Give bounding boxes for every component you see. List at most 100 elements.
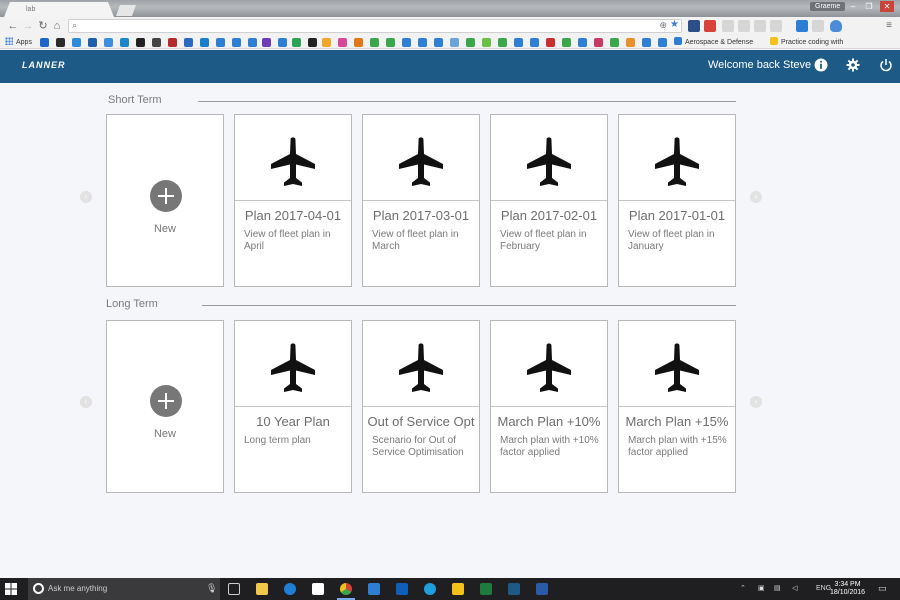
file-explorer-icon[interactable] xyxy=(256,583,268,595)
bookmark-icon[interactable] xyxy=(434,38,443,47)
bookmark-icon[interactable] xyxy=(120,38,129,47)
skype-icon[interactable] xyxy=(424,583,436,595)
app-icon[interactable] xyxy=(508,583,520,595)
home-icon[interactable]: ⌂ xyxy=(50,19,64,33)
short-term-new-card[interactable]: New xyxy=(106,114,224,287)
microphone-icon[interactable]: 🎙 xyxy=(206,583,217,594)
bookmark-icon[interactable] xyxy=(466,38,475,47)
plan-card[interactable]: Out of Service Opt Scenario for Out of S… xyxy=(362,320,480,493)
bookmark-icon[interactable] xyxy=(322,38,331,47)
bookmark-icon[interactable] xyxy=(40,38,49,47)
plan-card[interactable]: March Plan +10% March plan with +10% fac… xyxy=(490,320,608,493)
extension-icon[interactable] xyxy=(812,20,824,32)
forward-icon[interactable]: → xyxy=(21,19,35,33)
bookmark-icon[interactable] xyxy=(136,38,145,47)
volume-icon[interactable]: ◁ xyxy=(792,584,797,592)
lanner-logo[interactable]: LANNER xyxy=(22,60,66,70)
bookmark-icon[interactable] xyxy=(594,38,603,47)
short-term-next-arrow[interactable]: › xyxy=(750,191,762,203)
extension-icon[interactable] xyxy=(722,20,734,32)
bookmark-icon[interactable] xyxy=(386,38,395,47)
bookmark-icon[interactable] xyxy=(658,38,667,47)
network-icon[interactable]: ▤ xyxy=(774,584,781,592)
bookmark-icon[interactable] xyxy=(248,38,257,47)
bookmark-icon[interactable] xyxy=(450,38,459,47)
bookmark-icon[interactable] xyxy=(232,38,241,47)
bookmark-icon[interactable] xyxy=(308,38,317,47)
bookmark-icon[interactable] xyxy=(370,38,379,47)
bookmark-icon[interactable] xyxy=(354,38,363,47)
action-center-icon[interactable]: ▭ xyxy=(878,583,887,594)
bookmark-icon[interactable] xyxy=(514,38,523,47)
plan-card[interactable]: Plan 2017-03-01 View of fleet plan in Ma… xyxy=(362,114,480,287)
trello-extension-icon[interactable] xyxy=(796,20,808,32)
tray-icon[interactable]: ⌃ xyxy=(740,584,746,592)
taskbar-clock[interactable]: 3:34 PM 18/10/2016 xyxy=(830,581,865,597)
reload-icon[interactable]: ↻ xyxy=(36,19,50,33)
store-icon[interactable] xyxy=(312,583,324,595)
powerbi-icon[interactable] xyxy=(452,583,464,595)
plan-card[interactable]: Plan 2017-04-01 View of fleet plan in Ap… xyxy=(234,114,352,287)
bookmark-icon[interactable] xyxy=(610,38,619,47)
bookmark-icon[interactable] xyxy=(152,38,161,47)
minimize-icon[interactable]: – xyxy=(846,1,860,12)
close-icon[interactable]: ✕ xyxy=(880,1,894,12)
plan-card[interactable]: Plan 2017-01-01 View of fleet plan in Ja… xyxy=(618,114,736,287)
plan-card[interactable]: Plan 2017-02-01 View of fleet plan in Fe… xyxy=(490,114,608,287)
bookmark-icon[interactable] xyxy=(278,38,287,47)
back-icon[interactable]: ← xyxy=(6,19,20,33)
bookmark-icon[interactable] xyxy=(292,38,301,47)
info-icon[interactable] xyxy=(814,58,828,72)
bookmark-icon[interactable] xyxy=(338,38,347,47)
restore-icon[interactable]: ❐ xyxy=(862,1,876,12)
shield-extension-icon[interactable] xyxy=(830,20,842,32)
new-tab-button[interactable] xyxy=(116,5,136,16)
bookmark-icon[interactable] xyxy=(642,38,651,47)
bookmark-icon[interactable] xyxy=(562,38,571,47)
bookmark-icon[interactable] xyxy=(56,38,65,47)
power-icon[interactable] xyxy=(879,58,893,72)
bookmark-icon[interactable] xyxy=(72,38,81,47)
long-term-new-card[interactable]: New xyxy=(106,320,224,493)
plan-card[interactable]: 10 Year Plan Long term plan xyxy=(234,320,352,493)
extension-icon[interactable] xyxy=(688,20,700,32)
bookmark-icon[interactable] xyxy=(418,38,427,47)
tray-icon[interactable]: ▣ xyxy=(758,584,765,592)
bookmark-icon[interactable] xyxy=(200,38,209,47)
plan-card[interactable]: March Plan +15% March plan with +15% fac… xyxy=(618,320,736,493)
edge-icon[interactable] xyxy=(284,583,296,595)
bookmark-icon[interactable] xyxy=(88,38,97,47)
task-view-icon[interactable] xyxy=(228,583,240,595)
excel-icon[interactable] xyxy=(480,583,492,595)
profile-button[interactable]: Graeme xyxy=(810,2,846,11)
short-term-prev-arrow[interactable]: ‹ xyxy=(80,191,92,203)
extension-icon[interactable] xyxy=(770,20,782,32)
word-icon[interactable] xyxy=(536,583,548,595)
browser-tab[interactable]: lab xyxy=(4,2,114,17)
long-term-prev-arrow[interactable]: ‹ xyxy=(80,396,92,408)
gmail-extension-icon[interactable] xyxy=(704,20,716,32)
gear-icon[interactable] xyxy=(846,58,860,72)
apps-bookmark[interactable]: Apps xyxy=(5,37,32,46)
windows-start-icon[interactable] xyxy=(5,583,17,595)
bookmark-icon[interactable] xyxy=(402,38,411,47)
chrome-icon[interactable] xyxy=(340,583,352,595)
bookmark-icon[interactable] xyxy=(498,38,507,47)
bookmark-practice-coding[interactable]: Practice coding with xyxy=(770,37,843,46)
outlook-icon[interactable] xyxy=(396,583,408,595)
bookmark-icon[interactable] xyxy=(626,38,635,47)
bookmark-icon[interactable] xyxy=(530,38,539,47)
bookmark-star-icon[interactable]: ★ xyxy=(670,19,679,30)
bookmark-icon[interactable] xyxy=(578,38,587,47)
bookmark-icon[interactable] xyxy=(482,38,491,47)
app-icon[interactable] xyxy=(368,583,380,595)
bookmark-icon[interactable] xyxy=(262,38,271,47)
bookmark-icon[interactable] xyxy=(168,38,177,47)
bookmark-icon[interactable] xyxy=(216,38,225,47)
bookmark-icon[interactable] xyxy=(184,38,193,47)
long-term-next-arrow[interactable]: › xyxy=(750,396,762,408)
bookmark-icon[interactable] xyxy=(546,38,555,47)
bookmark-icon[interactable] xyxy=(104,38,113,47)
menu-icon[interactable]: ≡ xyxy=(882,19,896,33)
extension-icon[interactable] xyxy=(754,20,766,32)
